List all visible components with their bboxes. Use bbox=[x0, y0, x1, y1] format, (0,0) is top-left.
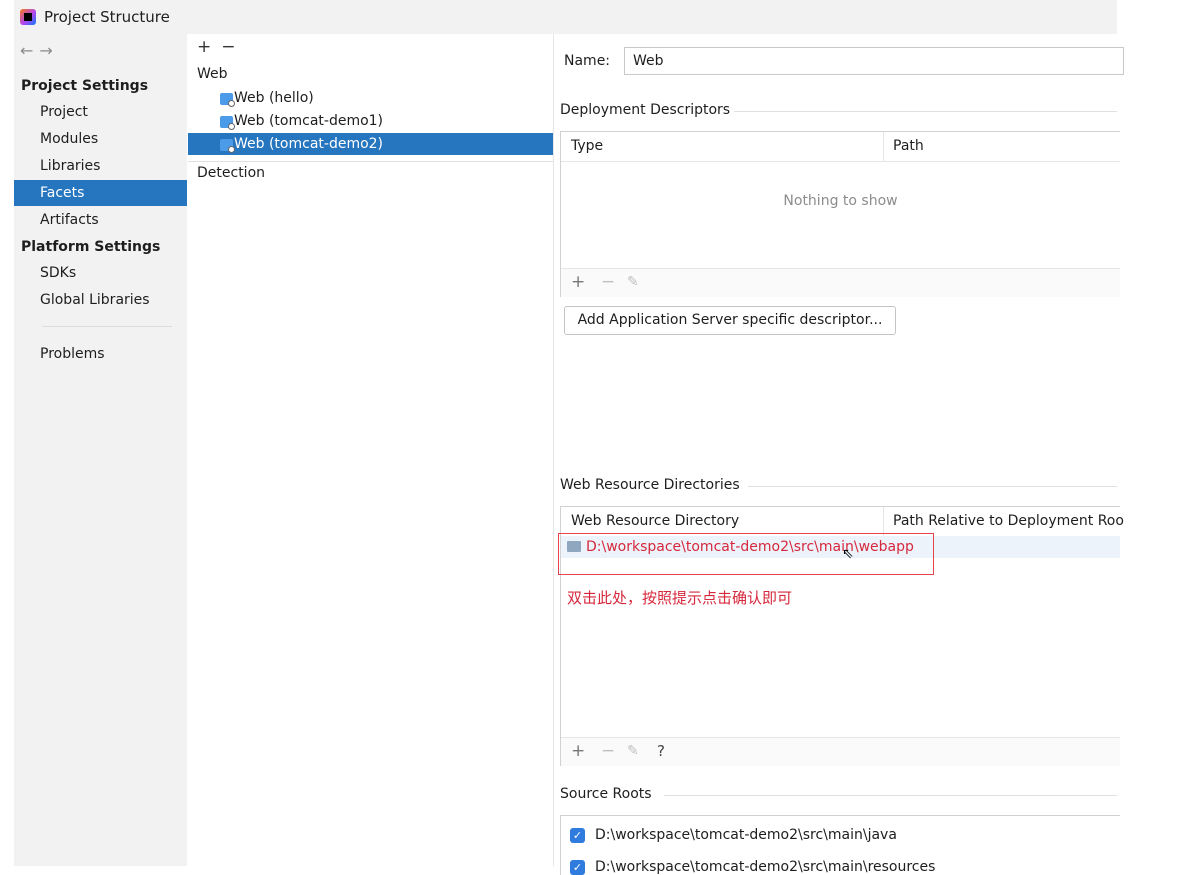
deployment-descriptors-table: Type Path Nothing to show + − ✎ bbox=[560, 131, 1120, 297]
mouse-cursor-icon: ⇖ bbox=[842, 546, 854, 562]
section-divider bbox=[664, 795, 1117, 796]
web-resource-directories-title: Web Resource Directories bbox=[560, 477, 740, 493]
descriptor-toolbar: + − ✎ bbox=[561, 268, 1120, 297]
intellij-app-icon bbox=[20, 9, 36, 25]
web-facet-icon bbox=[220, 116, 235, 130]
add-icon[interactable]: + bbox=[571, 741, 585, 761]
facet-web-tomcat-demo1[interactable]: Web (tomcat-demo1) bbox=[188, 110, 553, 132]
source-root-path[interactable]: D:\workspace\tomcat-demo2\src\main\java bbox=[595, 827, 897, 843]
project-structure-window: Project Structure ←→ Project Settings Pr… bbox=[14, 0, 1124, 875]
edit-pencil-icon[interactable]: ✎ bbox=[627, 743, 639, 759]
annotation-note: 双击此处，按照提示点击确认即可 bbox=[567, 589, 793, 607]
title-bar: Project Structure bbox=[14, 0, 1117, 34]
add-icon[interactable]: + bbox=[571, 272, 585, 292]
sidebar-item-sdks[interactable]: SDKs bbox=[14, 260, 187, 286]
resource-toolbar: + − ✎ ? bbox=[561, 737, 1120, 766]
tree-root-web[interactable]: Web bbox=[197, 66, 228, 82]
tree-toolbar: +− bbox=[197, 37, 246, 57]
column-divider bbox=[883, 507, 884, 536]
sidebar-item-problems[interactable]: Problems bbox=[14, 341, 187, 367]
col-web-resource-directory[interactable]: Web Resource Directory bbox=[571, 513, 739, 529]
add-server-descriptor-button[interactable]: Add Application Server specific descript… bbox=[564, 306, 896, 335]
facet-details-panel: Name: Web Deployment Descriptors Type Pa… bbox=[554, 34, 1124, 875]
empty-table-text: Nothing to show bbox=[783, 193, 898, 209]
nav-arrows: ←→ bbox=[20, 41, 59, 60]
edit-pencil-icon[interactable]: ✎ bbox=[627, 274, 639, 290]
settings-sidebar: ←→ Project Settings Project Modules Libr… bbox=[14, 34, 187, 866]
column-divider bbox=[883, 132, 884, 161]
web-facet-icon bbox=[220, 139, 235, 153]
section-divider bbox=[734, 111, 1117, 112]
sidebar-item-global-libraries[interactable]: Global Libraries bbox=[14, 287, 187, 313]
checkbox-checked-icon[interactable]: ✓ bbox=[570, 828, 585, 843]
platform-settings-header: Platform Settings bbox=[21, 239, 161, 255]
tree-item-detection[interactable]: Detection bbox=[188, 161, 553, 181]
checkbox-checked-icon[interactable]: ✓ bbox=[570, 860, 585, 875]
facet-web-tomcat-demo2[interactable]: Web (tomcat-demo2) bbox=[188, 133, 553, 155]
web-facet-icon bbox=[220, 93, 235, 107]
sidebar-item-libraries[interactable]: Libraries bbox=[14, 153, 187, 179]
window-title: Project Structure bbox=[44, 8, 170, 26]
facets-tree-panel: +− Web Web (hello) Web (tomcat-demo1) We… bbox=[188, 34, 554, 866]
facet-web-hello[interactable]: Web (hello) bbox=[188, 87, 553, 109]
facet-label: Web (tomcat-demo1) bbox=[234, 113, 384, 129]
source-root-path[interactable]: D:\workspace\tomcat-demo2\src\main\resou… bbox=[595, 859, 935, 875]
col-type[interactable]: Type bbox=[571, 138, 603, 154]
name-field[interactable]: Web bbox=[624, 47, 1124, 75]
source-roots-list: ✓ D:\workspace\tomcat-demo2\src\main\jav… bbox=[560, 815, 1120, 875]
remove-icon[interactable]: − bbox=[601, 272, 615, 292]
remove-icon[interactable]: − bbox=[221, 37, 245, 57]
table-header: Type Path bbox=[561, 132, 1120, 162]
help-icon[interactable]: ? bbox=[657, 742, 665, 760]
remove-icon[interactable]: − bbox=[601, 741, 615, 761]
sidebar-item-artifacts[interactable]: Artifacts bbox=[14, 207, 187, 233]
name-label: Name: bbox=[564, 53, 611, 69]
col-path[interactable]: Path bbox=[893, 138, 924, 154]
forward-arrow-icon[interactable]: → bbox=[39, 41, 58, 60]
sidebar-item-project[interactable]: Project bbox=[14, 99, 187, 125]
add-icon[interactable]: + bbox=[197, 37, 221, 57]
facet-label: Web (tomcat-demo2) bbox=[234, 136, 384, 152]
col-path-relative[interactable]: Path Relative to Deployment Roo bbox=[893, 513, 1124, 529]
deployment-descriptors-title: Deployment Descriptors bbox=[560, 102, 731, 118]
back-arrow-icon[interactable]: ← bbox=[20, 41, 39, 60]
source-roots-title: Source Roots bbox=[560, 786, 652, 802]
sidebar-item-facets[interactable]: Facets bbox=[14, 180, 187, 206]
facet-label: Web (hello) bbox=[234, 90, 314, 106]
highlight-box bbox=[558, 533, 934, 575]
web-resource-directories-table: Web Resource Directory Path Relative to … bbox=[558, 506, 1124, 766]
sidebar-divider bbox=[42, 326, 172, 327]
sidebar-item-modules[interactable]: Modules bbox=[14, 126, 187, 152]
project-settings-header: Project Settings bbox=[21, 78, 149, 94]
section-divider bbox=[748, 486, 1117, 487]
